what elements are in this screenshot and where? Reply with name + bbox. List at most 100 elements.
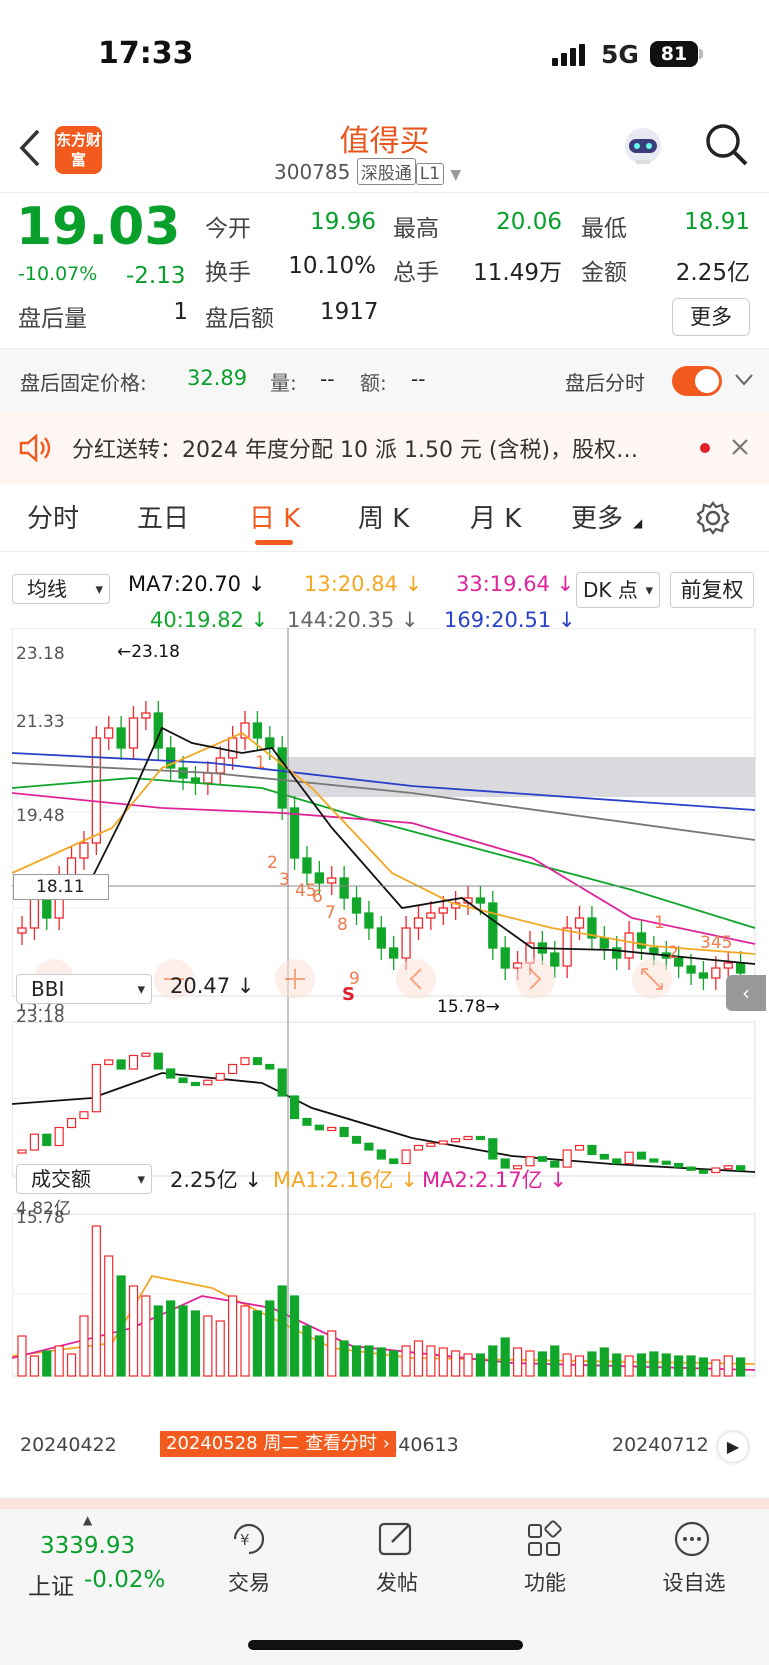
search-icon[interactable] — [704, 122, 750, 168]
add-watchlist-button[interactable]: 设自选 — [639, 1519, 749, 1597]
after-hours-toggle[interactable] — [672, 366, 722, 396]
sell-signal: S — [342, 984, 355, 1005]
bbi-candle — [327, 1126, 337, 1132]
volume-bar — [228, 1295, 238, 1377]
gear-icon[interactable] — [695, 500, 731, 536]
crosshair-date-label[interactable]: 20240528 周二 查看分时 › — [160, 1431, 396, 1457]
volume-bar — [79, 1315, 89, 1377]
bbi-candle — [636, 1151, 647, 1160]
ma33-legend: 33:19.64 ↓ — [456, 572, 575, 596]
trade-icon: ¥ — [233, 1523, 265, 1555]
volume-bar — [327, 1330, 337, 1377]
crosshair-price-label: 18.11 — [13, 874, 109, 900]
bottom-highlight-strip — [0, 1499, 769, 1509]
bbi-candle — [351, 1135, 362, 1144]
volume-bar — [612, 1353, 622, 1377]
dividend-notice[interactable]: 分红送转：2024 年度分配 10 派 1.50 元 (含税)，股权… — [0, 412, 769, 484]
volume-bar — [451, 1350, 461, 1377]
price-change-pct: -10.07% — [18, 263, 98, 285]
kline-candle — [723, 962, 733, 969]
bbi-candle — [451, 1138, 461, 1143]
current-price: 19.03 — [16, 197, 181, 257]
active-tab-indicator — [255, 540, 293, 545]
after-hours-amt: -- — [411, 367, 426, 391]
kline-candle — [215, 757, 225, 774]
volume-bar — [574, 1355, 585, 1377]
kline-candle — [389, 947, 399, 959]
ma40-line — [12, 777, 756, 929]
close-icon[interactable] — [730, 437, 750, 457]
tab-daily-k[interactable]: 日 K — [249, 498, 300, 535]
post-button[interactable]: 发帖 — [342, 1519, 452, 1597]
more-button[interactable]: 更多 — [672, 298, 750, 336]
stock-code-row[interactable]: 300785 深股通 L1 ▼ — [274, 158, 461, 185]
volume-bar — [512, 1347, 523, 1377]
index-change[interactable]: -0.02% — [84, 1567, 165, 1593]
dk-point-button[interactable]: DK 点 — [576, 572, 660, 608]
bbi-candle — [252, 1057, 263, 1066]
collapse-panel-icon[interactable]: ‹ — [726, 975, 766, 1011]
index-name[interactable]: 上证 — [28, 1567, 74, 1601]
tab-more[interactable]: 更多 — [571, 498, 623, 535]
dk-marker: 345 — [700, 933, 732, 953]
main-y-mid1: 21.33 — [16, 712, 65, 732]
volume-bar — [475, 1353, 486, 1377]
low-value: 18.91 — [684, 209, 750, 235]
bbi-candle — [54, 1126, 64, 1147]
kline-candle — [649, 947, 659, 954]
volume-bar — [42, 1350, 52, 1377]
ma13-legend: 13:20.84 ↓ — [304, 572, 423, 596]
notice-text: 分红送转：2024 年度分配 10 派 1.50 元 (含税)，股权… — [72, 438, 639, 463]
level-tag: L1 — [415, 163, 445, 185]
kline-candle — [17, 927, 27, 934]
kline-candle — [289, 807, 300, 859]
after-hours-amount: 1917 — [320, 299, 379, 325]
trade-button[interactable]: ¥ 交易 — [194, 1519, 304, 1597]
volume-selector[interactable]: 成交额 — [16, 1164, 152, 1194]
features-button[interactable]: 功能 — [490, 1519, 600, 1597]
tab-five-day[interactable]: 五日 — [137, 498, 189, 535]
bbi-candle — [711, 1167, 721, 1174]
kline-chart-area[interactable]: 均线 MA7:20.70 ↓ 13:20.84 ↓ 33:19.64 ↓ 40:… — [0, 552, 769, 1482]
tab-monthly-k[interactable]: 月 K — [470, 498, 521, 535]
adjust-button[interactable]: 前复权 — [670, 572, 754, 608]
bbi-candle — [376, 1149, 386, 1160]
scroll-right-icon[interactable] — [515, 959, 555, 999]
status-bar: 17:33 5G 81 — [0, 0, 769, 110]
volume-bar — [636, 1353, 647, 1377]
bbi-selector[interactable]: BBI — [16, 974, 152, 1004]
volume-bar — [265, 1300, 275, 1377]
volume-bar — [587, 1351, 597, 1377]
ma-selector[interactable]: 均线 — [12, 574, 110, 604]
bbi-candle — [302, 1117, 312, 1126]
bbi-candle — [401, 1149, 411, 1165]
bbi-candle — [104, 1059, 114, 1066]
volume-bar — [314, 1335, 324, 1377]
kline-svg[interactable]: 12345678912345S « — [12, 628, 756, 1448]
bbi-candle — [314, 1124, 324, 1131]
index-value[interactable]: 3339.93 — [40, 1533, 135, 1559]
kline-candle — [438, 907, 448, 914]
bbi-candle — [661, 1160, 671, 1165]
bbi-candle — [649, 1158, 659, 1163]
scroll-left-icon[interactable] — [396, 959, 436, 999]
low-label: 最低 — [581, 216, 627, 242]
tab-weekly-k[interactable]: 周 K — [358, 498, 409, 535]
index-up-caret: ▲ — [83, 1513, 93, 1527]
quote-panel: 19.03 -10.07% -2.13 今开 19.96 最高 20.06 最低… — [0, 192, 769, 347]
play-right-icon[interactable]: ▶ — [718, 1432, 748, 1462]
kline-candle — [475, 897, 486, 904]
date-label-end: 20240712 — [612, 1434, 709, 1456]
volume-bar — [711, 1359, 721, 1377]
robot-assistant-icon[interactable] — [620, 122, 666, 172]
volume-bar — [166, 1300, 176, 1377]
kline-candle — [203, 772, 213, 784]
chevron-down-icon[interactable] — [734, 373, 754, 387]
network-label: 5G — [601, 40, 639, 69]
tab-intraday[interactable]: 分时 — [27, 498, 79, 535]
amount-value: 2.25亿 — [675, 260, 750, 286]
bbi-candle — [612, 1158, 622, 1165]
dk-marker: 3 — [279, 870, 290, 890]
high-value: 20.06 — [496, 209, 562, 235]
bbi-candle — [91, 1063, 101, 1113]
